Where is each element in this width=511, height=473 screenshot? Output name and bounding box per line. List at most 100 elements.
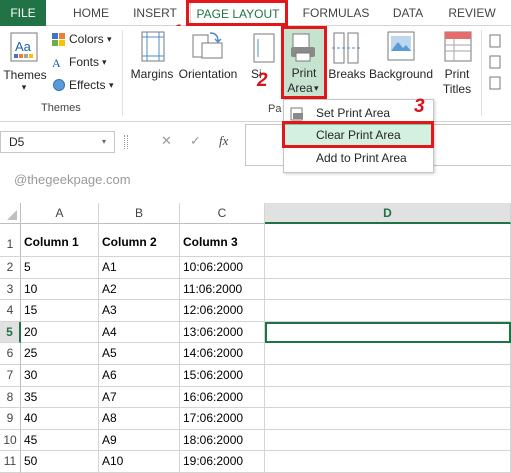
row-header-9[interactable]: 9 [0, 408, 21, 430]
cell-a9[interactable]: 40 [21, 408, 99, 430]
cell-c1[interactable]: Column 3 [180, 224, 265, 257]
formula-bar-splitter[interactable] [124, 135, 128, 149]
cell-c8[interactable]: 16:06:2000 [180, 386, 265, 409]
cell-b5[interactable]: A4 [99, 321, 180, 344]
cell-a3[interactable]: 10 [21, 278, 99, 301]
cell-a11[interactable]: 50 [21, 451, 99, 473]
cell-b3[interactable]: A2 [99, 278, 180, 301]
row-header-5[interactable]: 5 [0, 321, 21, 344]
menu-item-add-to-print-area[interactable]: Add to Print Area [284, 147, 433, 169]
cell-d10[interactable] [265, 429, 511, 452]
select-all-corner[interactable] [0, 203, 21, 224]
colors-label[interactable]: Colors [69, 32, 104, 46]
fonts-label[interactable]: Fonts [69, 55, 99, 69]
cell-c2[interactable]: 10:06:2000 [180, 257, 265, 279]
cell-b8[interactable]: A7 [99, 386, 180, 409]
name-box-caret-icon[interactable]: ▾ [102, 137, 106, 146]
cell-a6[interactable]: 25 [21, 343, 99, 365]
print-titles-label-line1[interactable]: Print [440, 67, 474, 81]
cell-c7[interactable]: 15:06:2000 [180, 365, 265, 387]
tab-formulas[interactable]: FORMULAS [296, 0, 376, 26]
cell-d2[interactable] [265, 257, 511, 279]
effects-icon[interactable] [52, 78, 66, 91]
cell-b6[interactable]: A5 [99, 343, 180, 365]
tab-home[interactable]: HOME [60, 0, 122, 26]
row-header-1[interactable]: 1 [0, 224, 21, 257]
cell-b9[interactable]: A8 [99, 408, 180, 430]
cell-d8[interactable] [265, 386, 511, 409]
cell-d11[interactable] [265, 451, 511, 473]
cell-c4[interactable]: 12:06:2000 [180, 300, 265, 322]
cell-a1[interactable]: Column 1 [21, 224, 99, 257]
column-header-b[interactable]: B [99, 203, 180, 224]
breaks-label[interactable]: Breaks [327, 67, 367, 81]
enter-icon[interactable]: ✓ [190, 133, 201, 149]
cell-b1[interactable]: Column 2 [99, 224, 180, 257]
fonts-caret-icon[interactable]: ▾ [102, 57, 107, 68]
cell-d9[interactable] [265, 408, 511, 430]
cell-c3[interactable]: 11:06:2000 [180, 278, 265, 301]
themes-icon[interactable]: Aa [7, 31, 43, 67]
cancel-icon[interactable]: ✕ [161, 133, 172, 149]
cell-a2[interactable]: 5 [21, 257, 99, 279]
tab-file[interactable]: FILE [0, 0, 46, 26]
size-icon[interactable] [253, 33, 275, 63]
cell-a7[interactable]: 30 [21, 365, 99, 387]
background-label[interactable]: Background [368, 67, 434, 81]
fonts-icon[interactable]: A [52, 56, 66, 70]
tab-data[interactable]: DATA [384, 0, 432, 26]
column-header-a[interactable]: A [21, 203, 99, 224]
cell-d6[interactable] [265, 343, 511, 365]
cell-c6[interactable]: 14:06:2000 [180, 343, 265, 365]
orientation-icon[interactable] [190, 29, 224, 63]
themes-label[interactable]: Themes [3, 68, 47, 82]
row-header-6[interactable]: 6 [0, 343, 21, 365]
cell-c5[interactable]: 13:06:2000 [180, 321, 265, 344]
name-box[interactable]: D5 ▾ [0, 131, 115, 153]
column-header-d[interactable]: D [265, 203, 511, 224]
cell-c9[interactable]: 17:06:2000 [180, 408, 265, 430]
row-header-8[interactable]: 8 [0, 386, 21, 409]
insert-function-icon[interactable]: fx [219, 133, 228, 149]
breaks-icon[interactable] [332, 32, 360, 64]
cell-a4[interactable]: 15 [21, 300, 99, 322]
effects-label[interactable]: Effects [69, 78, 105, 92]
cell-d4[interactable] [265, 300, 511, 322]
themes-caret-icon[interactable]: ▾ [19, 82, 29, 93]
effects-caret-icon[interactable]: ▾ [109, 80, 114, 91]
tab-review[interactable]: REVIEW [440, 0, 504, 26]
watermark: @thegeekpage.com [14, 172, 131, 187]
cell-b2[interactable]: A1 [99, 257, 180, 279]
cell-b11[interactable]: A10 [99, 451, 180, 473]
row-header-10[interactable]: 10 [0, 429, 21, 452]
cell-d7[interactable] [265, 365, 511, 387]
cell-d1[interactable] [265, 224, 511, 257]
cell-b10[interactable]: A9 [99, 429, 180, 452]
colors-caret-icon[interactable]: ▾ [107, 34, 112, 45]
row-header-2[interactable]: 2 [0, 257, 21, 279]
active-cell-d5[interactable] [265, 321, 511, 344]
cell-a10[interactable]: 45 [21, 429, 99, 452]
cell-d3[interactable] [265, 278, 511, 301]
cell-a8[interactable]: 35 [21, 386, 99, 409]
column-header-c[interactable]: C [180, 203, 265, 224]
row-header-11[interactable]: 11 [0, 451, 21, 473]
background-icon[interactable] [384, 31, 418, 63]
cell-b4[interactable]: A3 [99, 300, 180, 322]
row-header-3[interactable]: 3 [0, 278, 21, 301]
print-titles-label-line2[interactable]: Titles [440, 82, 474, 96]
group-separator [122, 30, 123, 116]
margins-icon[interactable] [140, 31, 166, 63]
cell-a5[interactable]: 20 [21, 321, 99, 344]
colors-icon[interactable] [52, 33, 66, 46]
cell-b7[interactable]: A6 [99, 365, 180, 387]
orientation-label[interactable]: Orientation [177, 67, 239, 81]
cell-c11[interactable]: 19:06:2000 [180, 451, 265, 473]
cell-c10[interactable]: 18:06:2000 [180, 429, 265, 452]
print-titles-icon[interactable] [443, 31, 473, 63]
row-header-7[interactable]: 7 [0, 365, 21, 387]
margins-label[interactable]: Margins [128, 67, 176, 81]
worksheet-grid: A B C D 1 Column 1 Column 2 Column 3 2 5 A1 10:… [0, 203, 511, 473]
scale-to-fit-icons[interactable] [488, 34, 502, 92]
row-header-4[interactable]: 4 [0, 300, 21, 322]
